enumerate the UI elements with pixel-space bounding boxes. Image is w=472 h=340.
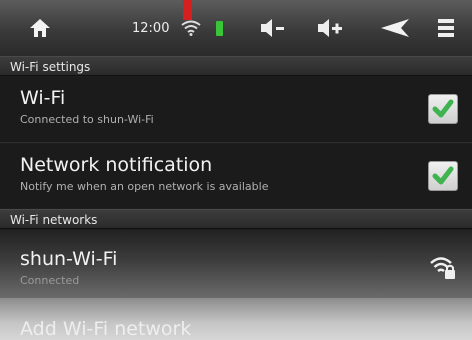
pointer-marker	[183, 0, 192, 20]
add-network-label: Add Wi-Fi network	[20, 318, 192, 340]
battery-icon	[212, 0, 226, 56]
notification-checkbox[interactable]	[428, 161, 458, 191]
section-header-wifi-settings: Wi-Fi settings	[0, 56, 472, 76]
back-button[interactable]	[370, 0, 420, 56]
checkmark-icon	[432, 166, 454, 185]
menu-icon	[438, 19, 454, 37]
volume-up-icon	[318, 19, 342, 37]
network-name: shun-Wi-Fi	[20, 248, 118, 270]
system-bar: 12:00	[0, 0, 472, 57]
network-list-item[interactable]: shun-Wi-Fi Connected	[0, 230, 472, 298]
home-button[interactable]	[18, 0, 62, 56]
home-icon	[30, 19, 50, 37]
back-icon	[381, 19, 409, 37]
network-status: Connected	[20, 274, 80, 287]
volume-down-icon	[261, 19, 284, 37]
wifi-title: Wi-Fi	[20, 87, 66, 109]
wifi-locked-signal-icon	[430, 257, 455, 279]
clock: 12:00	[132, 20, 170, 36]
notification-title: Network notification	[20, 154, 213, 176]
notification-summary: Notify me when an open network is availa…	[20, 180, 269, 193]
section-header-wifi-networks: Wi-Fi networks	[0, 209, 472, 229]
wifi-summary: Connected to shun-Wi-Fi	[20, 113, 154, 126]
network-notification-row[interactable]: Network notification Notify me when an o…	[0, 144, 472, 208]
checkmark-icon	[432, 99, 454, 118]
volume-down-button[interactable]	[248, 0, 298, 56]
wifi-toggle-row[interactable]: Wi-Fi Connected to shun-Wi-Fi	[0, 77, 472, 143]
add-wifi-network-row[interactable]: Add Wi-Fi network	[0, 298, 472, 340]
wifi-checkbox[interactable]	[428, 94, 458, 124]
volume-up-button[interactable]	[306, 0, 356, 56]
menu-button[interactable]	[426, 0, 466, 56]
